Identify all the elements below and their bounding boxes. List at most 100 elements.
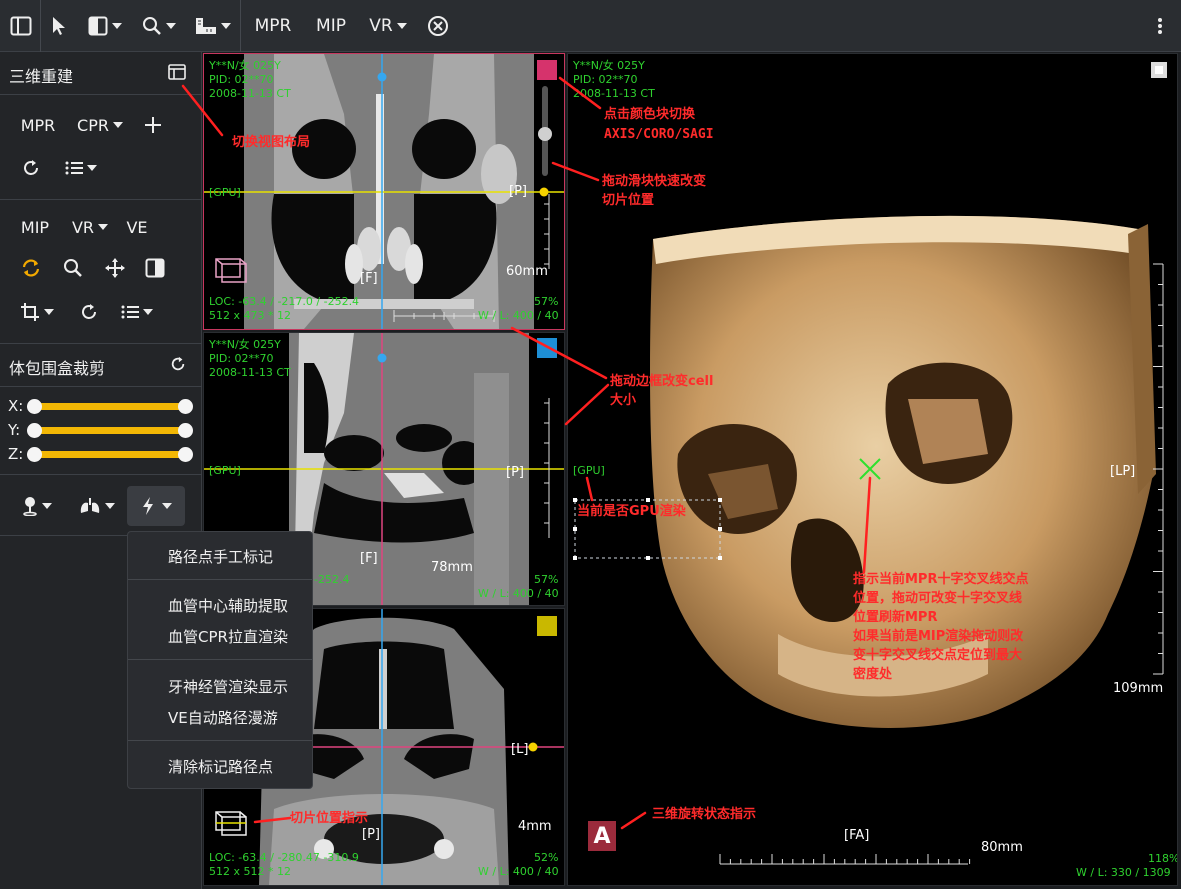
magnifier-icon xyxy=(143,17,161,35)
zoom-button[interactable] xyxy=(58,252,88,284)
coronal-viewport[interactable]: Y**N/女 025Y PID: 02**70 2008-11-13 CT [G… xyxy=(203,53,565,330)
menu-item-ve-auto-path[interactable]: VE自动路径漫游 xyxy=(168,707,278,728)
menu-item-dental-nerve[interactable]: 牙神经管渲染显示 xyxy=(168,676,288,697)
orientation-right: [L] xyxy=(511,742,529,757)
slider-min-handle[interactable] xyxy=(27,399,42,414)
menu-item-clear-path-points[interactable]: 清除标记路径点 xyxy=(168,756,273,777)
layout-dropdown-button[interactable] xyxy=(84,0,126,52)
crop-icon xyxy=(21,303,39,321)
orientation-right: [LP] xyxy=(1110,464,1136,479)
patient-name: Y**N/女 025Y xyxy=(573,59,645,72)
sync-rotate-icon xyxy=(22,259,40,277)
toggle-sidebar-button[interactable] xyxy=(4,0,38,52)
slider-min-handle[interactable] xyxy=(27,447,42,462)
menu-item-manual-path-points[interactable]: 路径点手工标记 xyxy=(168,546,273,567)
close-button[interactable] xyxy=(424,0,452,52)
measure-dropdown-button[interactable] xyxy=(192,0,234,52)
annotation-rotation: 三维旋转状态指示 xyxy=(652,807,757,822)
reset-vr-button[interactable] xyxy=(74,296,104,328)
annotation-slider-line2: 切片位置 xyxy=(602,193,655,208)
slider-label: Z: xyxy=(8,445,24,463)
gpu-indicator: [GPU] xyxy=(573,464,605,477)
horizontal-scale-label: 80mm xyxy=(981,840,1023,855)
rotate-icon xyxy=(24,160,38,175)
view-color-block[interactable] xyxy=(537,616,557,636)
mpr-list-dropdown-button[interactable] xyxy=(58,152,104,184)
chevron-down-icon xyxy=(105,503,115,509)
mip-sidebar-button[interactable]: MIP xyxy=(12,211,58,243)
tools-dropdown-button[interactable] xyxy=(127,486,185,526)
reset-crop-button[interactable] xyxy=(170,356,186,372)
crop-slider-x[interactable]: X: xyxy=(8,397,198,417)
vertical-dots-icon xyxy=(1158,18,1162,34)
pan-button[interactable] xyxy=(100,252,130,284)
scale-label: 78mm xyxy=(431,560,473,575)
slider-max-handle[interactable] xyxy=(178,447,193,462)
image-size: 512 x 512 * 12 xyxy=(209,865,291,878)
window-level-readout: W / L: 330 / 1309 xyxy=(1076,866,1171,879)
crop-dropdown-button[interactable] xyxy=(14,296,60,328)
more-options-button[interactable] xyxy=(1150,0,1170,52)
scale-label: 4mm xyxy=(518,819,552,834)
cpr-label: CPR xyxy=(77,115,109,135)
zoom-dropdown-button[interactable] xyxy=(138,0,180,52)
chevron-down-icon xyxy=(112,122,123,128)
location-readout: LOC: -63.4 / -280.47 -310.9 xyxy=(209,851,359,864)
vr-sidebar-label: VR xyxy=(71,217,95,237)
cpr-dropdown-button[interactable]: CPR xyxy=(72,109,128,141)
ve-button[interactable]: VE xyxy=(120,211,154,243)
vr-list-dropdown-button[interactable] xyxy=(114,296,160,328)
main-toolbar: MPR MIP VR xyxy=(0,0,1181,52)
menu-item-vessel-cpr[interactable]: 血管CPR拉直渲染 xyxy=(168,626,288,647)
tools-dropdown-menu: 路径点手工标记 血管中心辅助提取 血管CPR拉直渲染 牙神经管渲染显示 VE自动… xyxy=(127,531,313,789)
cursor-arrow-icon xyxy=(53,17,65,35)
patient-name: Y**N/女 025Y xyxy=(209,338,281,351)
rotate-3d-button[interactable] xyxy=(16,252,46,284)
slider-track[interactable] xyxy=(27,399,193,414)
reset-mpr-button[interactable] xyxy=(16,152,46,184)
mip-button[interactable]: MIP xyxy=(308,0,354,52)
annotation-crosshair-line1: 指示当前MPR十字交叉线交点 xyxy=(853,572,1029,587)
add-button[interactable] xyxy=(138,109,168,141)
slider-track[interactable] xyxy=(27,447,193,462)
location-readout: LOC: -63.4 / -217.0 / -252.4 xyxy=(209,295,360,308)
lightning-icon xyxy=(142,497,153,515)
pointer-tool-button[interactable] xyxy=(44,0,74,52)
list-icon xyxy=(65,161,83,175)
vr-sidebar-dropdown-button[interactable]: VR xyxy=(66,211,114,243)
chevron-down-icon xyxy=(98,224,109,230)
slider-label: Y: xyxy=(8,421,21,439)
landmark-dropdown-button[interactable] xyxy=(14,490,60,522)
slider-track[interactable] xyxy=(27,423,193,438)
annotation-slider-line1: 拖动滑块快速改变 xyxy=(602,174,707,189)
lung-dropdown-button[interactable] xyxy=(74,490,120,522)
zoom-readout: 118% xyxy=(1148,852,1178,865)
gpu-indicator: [GPU] xyxy=(209,464,241,477)
mpr-sidebar-button[interactable]: MPR xyxy=(12,109,64,141)
pin-icon xyxy=(23,497,37,516)
view-color-block[interactable] xyxy=(537,338,557,358)
scale-label: 60mm xyxy=(506,264,548,279)
rotate-icon xyxy=(171,356,185,371)
annotation-crosshair-line6: 密度处 xyxy=(853,667,893,682)
crop-slider-z[interactable]: Z: xyxy=(8,445,198,465)
ruler-icon xyxy=(196,18,216,34)
layout-switch-button[interactable] xyxy=(168,64,186,80)
vr-dropdown-button[interactable]: VR xyxy=(364,0,412,52)
orientation-bottom: [F] xyxy=(360,271,378,286)
window-level-readout: W / L: 400 / 40 xyxy=(478,865,559,878)
slider-max-handle[interactable] xyxy=(178,399,193,414)
patient-name: Y**N/女 025Y xyxy=(209,59,281,72)
view-color-block[interactable] xyxy=(537,60,557,80)
menu-item-vessel-centerline[interactable]: 血管中心辅助提取 xyxy=(168,595,288,616)
mpr-button[interactable]: MPR xyxy=(248,0,298,52)
patient-id: PID: 02**70 xyxy=(209,352,274,365)
rotation-state-letter: A xyxy=(593,823,611,849)
magnifier-icon xyxy=(64,259,82,277)
crop-slider-y[interactable]: Y: xyxy=(8,421,198,441)
orientation-bottom: [FA] xyxy=(844,828,870,843)
annotation-color-block-line1: 点击颜色块切换 xyxy=(604,107,696,122)
slider-min-handle[interactable] xyxy=(27,423,42,438)
slider-max-handle[interactable] xyxy=(178,423,193,438)
window-level-button[interactable] xyxy=(140,252,170,284)
